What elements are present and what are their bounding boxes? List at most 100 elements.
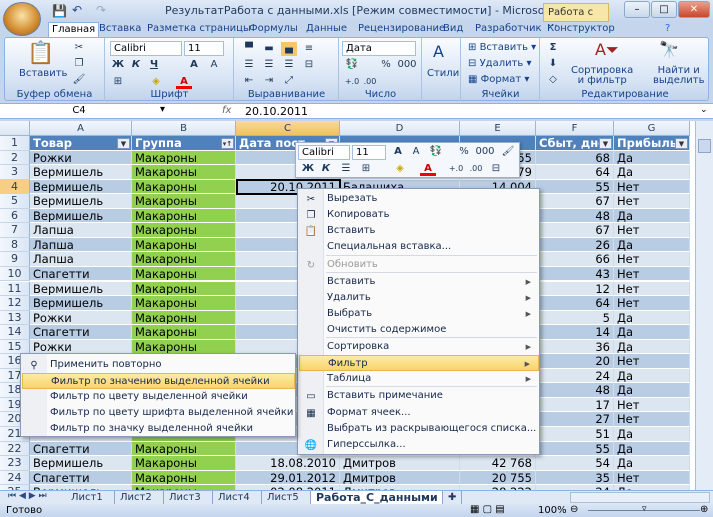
cell[interactable]: Макароны [132,165,236,180]
mini-increase-decimal-icon[interactable]: +.0 [448,162,464,176]
scroll-thumb[interactable] [698,139,711,153]
cell[interactable]: Вермишель [30,179,132,195]
sort-filter-icon[interactable]: A⏷ [595,40,619,60]
cell[interactable]: Макароны [132,310,236,326]
tab-3[interactable]: Формулы [246,22,301,37]
sheet-tab-5[interactable]: Работа_С_данными [311,491,443,504]
cell[interactable]: 54 [536,456,614,471]
cell[interactable]: Макароны [132,150,236,166]
row-header[interactable]: 11 [0,281,30,297]
cell[interactable]: Нет [614,266,690,282]
tab-6[interactable]: Вид [440,22,466,37]
mini-format-painter-icon[interactable]: 🖌 [500,145,516,159]
row-header[interactable]: 2 [0,150,30,166]
undo-icon[interactable]: ↶ [72,3,82,17]
row-header[interactable]: 3 [0,165,30,180]
context-menu-item[interactable]: Фильтр ▶ [299,355,539,371]
borders-icon[interactable]: ⊞ [110,75,126,89]
mini-italic-button[interactable]: К [318,162,334,176]
column-header-D[interactable]: D [340,121,460,136]
context-menu-item[interactable]: Выбрать из раскрывающегося списка... [299,421,539,437]
filter-dropdown-icon[interactable]: ▼ [675,138,688,149]
cell[interactable]: Вермишель [30,296,132,311]
cell[interactable]: Макароны [132,266,236,282]
context-menu-item[interactable]: 🌐 Гиперссылка... [299,437,539,453]
cell[interactable]: 12 [536,281,614,297]
help-icon[interactable]: ? [662,22,673,37]
cell[interactable]: 64 [536,165,614,180]
sort-filter-button[interactable]: Сортировка и фильтр [571,66,633,86]
sheet-tab-3[interactable]: Лист4 [213,491,262,504]
row-header[interactable]: 8 [0,237,30,253]
column-header-E[interactable]: E [460,121,536,136]
cell[interactable]: 67 [536,194,614,209]
align-left-icon[interactable]: ☰ [241,58,257,72]
cell[interactable]: Вермишель [30,194,132,209]
row-header[interactable]: 1 [0,136,30,151]
sheet-tab-2[interactable]: Лист3 [164,491,213,504]
tab-2[interactable]: Разметка страницы [144,22,254,37]
cell[interactable]: 29.01.2012 [236,470,340,486]
context-menu-item[interactable]: Очистить содержимое [299,322,539,338]
clear-icon[interactable]: ◇ [545,73,561,87]
context-menu-item[interactable]: ▭ Вставить примечание [299,388,539,404]
redo-icon[interactable]: ↷ [96,3,106,17]
font-size-select[interactable]: 11 [184,41,224,56]
cell[interactable]: 18.08.2010 [236,456,340,471]
cell[interactable]: 42 768 [460,456,536,471]
tab-5[interactable]: Рецензирование [355,22,448,37]
horizontal-scrollbar[interactable] [570,492,710,503]
number-format-select[interactable]: Дата [342,41,416,56]
row-header[interactable]: 23 [0,456,30,471]
cell[interactable]: Вермишель [30,281,132,297]
cell[interactable]: 17 [536,397,614,413]
cell[interactable]: 68 [536,150,614,166]
cell[interactable]: 64 [536,296,614,311]
name-box-dropdown-icon[interactable]: ▾ [160,104,165,115]
decrease-decimal-icon[interactable]: .00 [362,75,378,89]
mini-center-icon[interactable]: ☰ [338,162,354,176]
fill-icon[interactable]: ⬇ [545,57,561,71]
context-menu-item[interactable]: ❐ Копировать [299,207,539,223]
sheet-tab-0[interactable]: Лист1 [66,491,115,504]
cell[interactable]: 35 [536,470,614,486]
cell[interactable]: 48 [536,383,614,398]
cell[interactable]: Да [614,325,690,340]
align-center-icon[interactable]: ☰ [261,58,277,72]
filter-submenu-item[interactable]: Фильтр по цвету выделенной ячейки [22,389,295,405]
cell[interactable]: 24 [536,368,614,384]
cell[interactable]: Да [614,427,690,442]
cell[interactable]: 66 [536,252,614,267]
sheet-tab-1[interactable]: Лист2 [115,491,164,504]
cell[interactable]: Нет [614,252,690,267]
cell[interactable]: Макароны [132,252,236,267]
column-filter-header[interactable]: Сбыт, дне ▼ [536,136,614,151]
delete-cells-button[interactable]: ⊟ Удалить ▾ [468,58,532,69]
cell[interactable]: Рожки [30,310,132,326]
zoom-out-icon[interactable]: ⊖ [570,504,578,515]
cell[interactable]: Рожки [30,150,132,166]
cell[interactable]: Макароны [132,223,236,238]
cell[interactable]: 55 [536,441,614,457]
save-icon[interactable]: 💾 [52,4,67,18]
insert-function-button[interactable]: fx [222,105,231,116]
cell[interactable]: 20 [536,354,614,369]
column-filter-header[interactable]: Группа ▾↑ [132,136,236,151]
cell[interactable]: Макароны [132,456,236,471]
cell[interactable]: Спагетти [30,470,132,486]
cell[interactable]: 55 [536,179,614,195]
cell[interactable]: Макароны [132,208,236,224]
align-middle-icon[interactable]: ▬ [261,42,277,56]
row-header[interactable]: 24 [0,470,30,486]
copy-icon[interactable]: ❐ [71,57,87,71]
mini-borders-icon[interactable]: ⊞ [358,162,374,176]
cell[interactable]: 51 [536,427,614,442]
shrink-font-icon[interactable]: A [206,58,222,72]
italic-button[interactable]: К [128,58,144,72]
find-select-button[interactable]: Найти и выделить [653,66,704,86]
cell[interactable]: Вермишель [30,208,132,224]
select-all-corner[interactable] [0,121,30,136]
context-menu-item[interactable]: Таблица ▶ [299,371,539,387]
find-icon[interactable]: 🔭 [659,40,679,59]
filter-dropdown-icon[interactable]: ▼ [599,138,612,149]
